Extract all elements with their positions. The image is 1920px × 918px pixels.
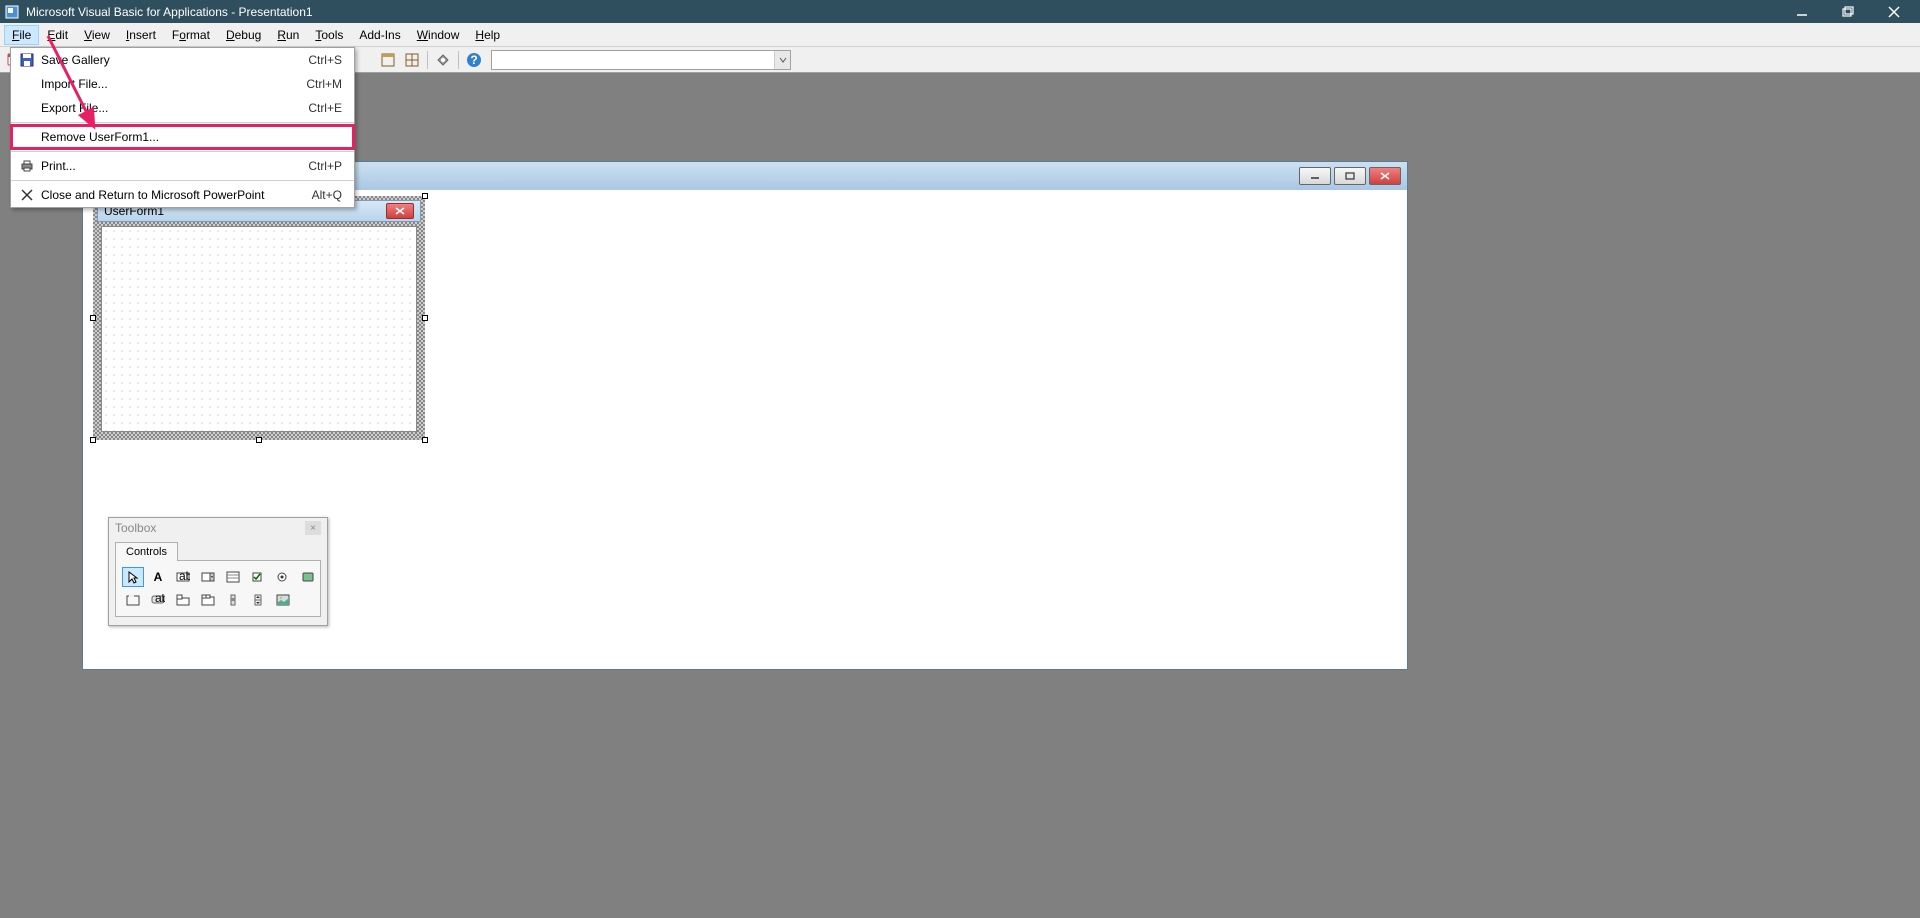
tool-frame[interactable] <box>122 590 144 610</box>
menu-run[interactable]: Run <box>269 25 307 45</box>
resize-handle[interactable] <box>90 315 96 321</box>
menu-separator <box>11 122 354 123</box>
tool-checkbox[interactable] <box>247 567 269 587</box>
menu-tools[interactable]: Tools <box>307 25 351 45</box>
mdi-close-button[interactable] <box>1369 167 1401 185</box>
menu-item-label: Save Gallery <box>37 53 308 67</box>
file-menu-import-file[interactable]: Import File... Ctrl+M <box>11 72 354 96</box>
file-menu-close-return[interactable]: Close and Return to Microsoft PowerPoint… <box>11 183 354 207</box>
titlebar-text: Microsoft Visual Basic for Applications … <box>26 5 1788 19</box>
file-menu-print[interactable]: Print... Ctrl+P <box>11 154 354 178</box>
tool-pointer[interactable] <box>122 567 144 587</box>
menu-window[interactable]: Window <box>409 25 468 45</box>
tool-tabstrip[interactable] <box>172 590 194 610</box>
userform-close-button[interactable] <box>386 203 414 219</box>
app-icon <box>4 4 20 20</box>
menu-item-shortcut: Ctrl+S <box>308 53 348 67</box>
tool-listbox[interactable] <box>222 567 244 587</box>
svg-text:ab: ab <box>179 571 190 583</box>
menu-format[interactable]: Format <box>164 25 218 45</box>
menu-view[interactable]: View <box>76 25 118 45</box>
menu-help[interactable]: Help <box>467 25 508 45</box>
toolbar-separator <box>458 51 459 69</box>
mdi-maximize-button[interactable] <box>1334 167 1366 185</box>
menu-separator <box>11 151 354 152</box>
toolbox-title: Toolbox <box>115 521 305 535</box>
project-explorer-button[interactable] <box>377 49 399 71</box>
menu-item-shortcut: Ctrl+E <box>308 101 348 115</box>
toolbox-close-button[interactable]: × <box>305 521 321 535</box>
window-restore-button[interactable] <box>1834 2 1862 22</box>
print-icon <box>17 159 37 173</box>
resize-handle[interactable] <box>256 437 262 443</box>
file-dropdown-menu: Save Gallery Ctrl+S Import File... Ctrl+… <box>10 47 355 208</box>
chevron-down-icon <box>774 51 790 69</box>
tool-textbox[interactable]: ab <box>172 567 194 587</box>
window-minimize-button[interactable] <box>1788 2 1816 22</box>
resize-handle[interactable] <box>90 437 96 443</box>
menu-insert[interactable]: Insert <box>118 25 164 45</box>
menu-separator <box>11 180 354 181</box>
menu-item-label: Print... <box>37 159 308 173</box>
file-menu-save-gallery[interactable]: Save Gallery Ctrl+S <box>11 48 354 72</box>
svg-text:?: ? <box>470 53 477 67</box>
tool-optionbutton[interactable] <box>272 567 294 587</box>
menubar: File Edit View Insert Format Debug Run T… <box>0 23 1920 47</box>
userform-designer[interactable]: UserForm1 <box>93 196 425 440</box>
menu-item-label: Export File... <box>37 101 308 115</box>
toolbox-button[interactable] <box>432 49 454 71</box>
save-icon <box>17 53 37 67</box>
mdi-minimize-button[interactable] <box>1299 167 1331 185</box>
userform-design-surface[interactable] <box>101 226 417 432</box>
toolbar-separator <box>427 51 428 69</box>
tool-spinbutton[interactable] <box>247 590 269 610</box>
toolbox-panel: A ab ab <box>115 560 321 617</box>
menu-item-shortcut: Alt+Q <box>312 188 348 202</box>
menu-item-label: Import File... <box>37 77 306 91</box>
menu-item-label: Remove UserForm1... <box>37 130 342 144</box>
tool-combobox[interactable] <box>197 567 219 587</box>
menu-edit[interactable]: Edit <box>39 25 76 45</box>
resize-handle[interactable] <box>422 315 428 321</box>
menu-addins[interactable]: Add-Ins <box>351 25 408 45</box>
tool-image[interactable] <box>272 590 294 610</box>
resize-handle[interactable] <box>422 437 428 443</box>
tool-togglebutton[interactable] <box>297 567 319 587</box>
menu-file[interactable]: File <box>4 25 39 45</box>
menu-item-shortcut: Ctrl+M <box>306 77 348 91</box>
resize-handle[interactable] <box>422 193 428 199</box>
titlebar: Microsoft Visual Basic for Applications … <box>0 0 1920 23</box>
procedure-combo[interactable] <box>491 50 791 70</box>
window-close-button[interactable] <box>1880 2 1908 22</box>
help-button[interactable]: ? <box>463 49 485 71</box>
toolbox-titlebar[interactable]: Toolbox × <box>109 518 327 538</box>
svg-text:ab: ab <box>155 594 165 605</box>
tool-commandbutton[interactable]: ab <box>147 590 169 610</box>
file-menu-remove-userform[interactable]: Remove UserForm1... <box>11 125 354 149</box>
menu-item-label: Close and Return to Microsoft PowerPoint <box>37 188 312 202</box>
toolbox-tab-controls[interactable]: Controls <box>115 542 178 561</box>
tool-scrollbar[interactable] <box>222 590 244 610</box>
file-menu-export-file[interactable]: Export File... Ctrl+E <box>11 96 354 120</box>
close-icon <box>17 189 37 201</box>
properties-window-button[interactable] <box>401 49 423 71</box>
tool-multipage[interactable] <box>197 590 219 610</box>
menu-item-shortcut: Ctrl+P <box>308 159 348 173</box>
menu-debug[interactable]: Debug <box>218 25 269 45</box>
tool-label[interactable]: A <box>147 567 169 587</box>
toolbox-window[interactable]: Toolbox × Controls A ab ab <box>108 517 328 626</box>
